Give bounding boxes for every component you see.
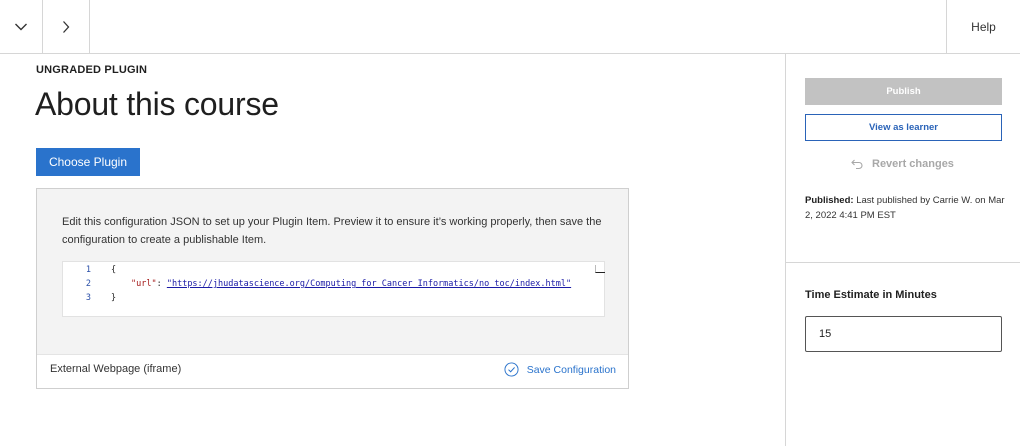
chevron-right-icon: [63, 20, 70, 33]
time-estimate-input[interactable]: [805, 316, 1002, 352]
line-number-gutter: 1 2 3: [63, 262, 95, 316]
undo-icon: [851, 159, 863, 170]
plugin-config-panel: Edit this configuration JSON to set up y…: [36, 188, 629, 389]
page-title: About this course: [35, 86, 279, 122]
publish-button[interactable]: Publish: [805, 78, 1002, 105]
help-label: Help: [971, 19, 996, 34]
json-url-value[interactable]: "https://jhudatascience.org/Computing_fo…: [167, 279, 571, 289]
view-as-learner-button[interactable]: View as learner: [805, 114, 1002, 141]
next-item-button[interactable]: [43, 0, 90, 53]
choose-plugin-button[interactable]: Choose Plugin: [36, 148, 140, 176]
config-footer: External Webpage (iframe) Save Configura…: [37, 354, 628, 388]
check-circle-icon: [504, 362, 519, 377]
code-line-2: "url": "https://jhudatascience.org/Compu…: [131, 279, 571, 289]
help-button[interactable]: Help: [946, 0, 1020, 53]
time-estimate-label: Time Estimate in Minutes: [805, 289, 937, 301]
publish-status: Published: Last published by Carrie W. o…: [805, 193, 1005, 223]
sidebar-divider: [786, 262, 1020, 263]
collapse-button[interactable]: [0, 0, 43, 53]
revert-changes-button[interactable]: Revert changes: [850, 158, 954, 170]
editor-scroll-marker: [595, 265, 605, 273]
line-number: 3: [85, 293, 91, 303]
line-number: 2: [85, 279, 91, 289]
eyebrow-label: UNGRADED PLUGIN: [36, 64, 148, 76]
save-configuration-button[interactable]: Save Configuration: [504, 362, 616, 377]
line-number: 1: [85, 265, 91, 275]
code-line-1: {: [111, 265, 117, 275]
chevron-down-icon: [15, 23, 27, 30]
top-bar: Help: [0, 0, 1020, 54]
save-configuration-label: Save Configuration: [526, 363, 616, 376]
json-editor[interactable]: 1 2 3 { "url": "https://jhudatascience.o…: [62, 261, 605, 317]
config-description: Edit this configuration JSON to set up y…: [62, 216, 602, 246]
revert-changes-label: Revert changes: [872, 158, 954, 170]
publish-sidebar: Publish View as learner Revert changes P…: [785, 54, 1020, 446]
code-line-3: }: [111, 293, 117, 303]
json-key: "url": [131, 279, 157, 289]
published-label: Published:: [805, 195, 854, 206]
json-separator: :: [156, 279, 167, 289]
plugin-type-label: External Webpage (iframe): [50, 363, 182, 375]
